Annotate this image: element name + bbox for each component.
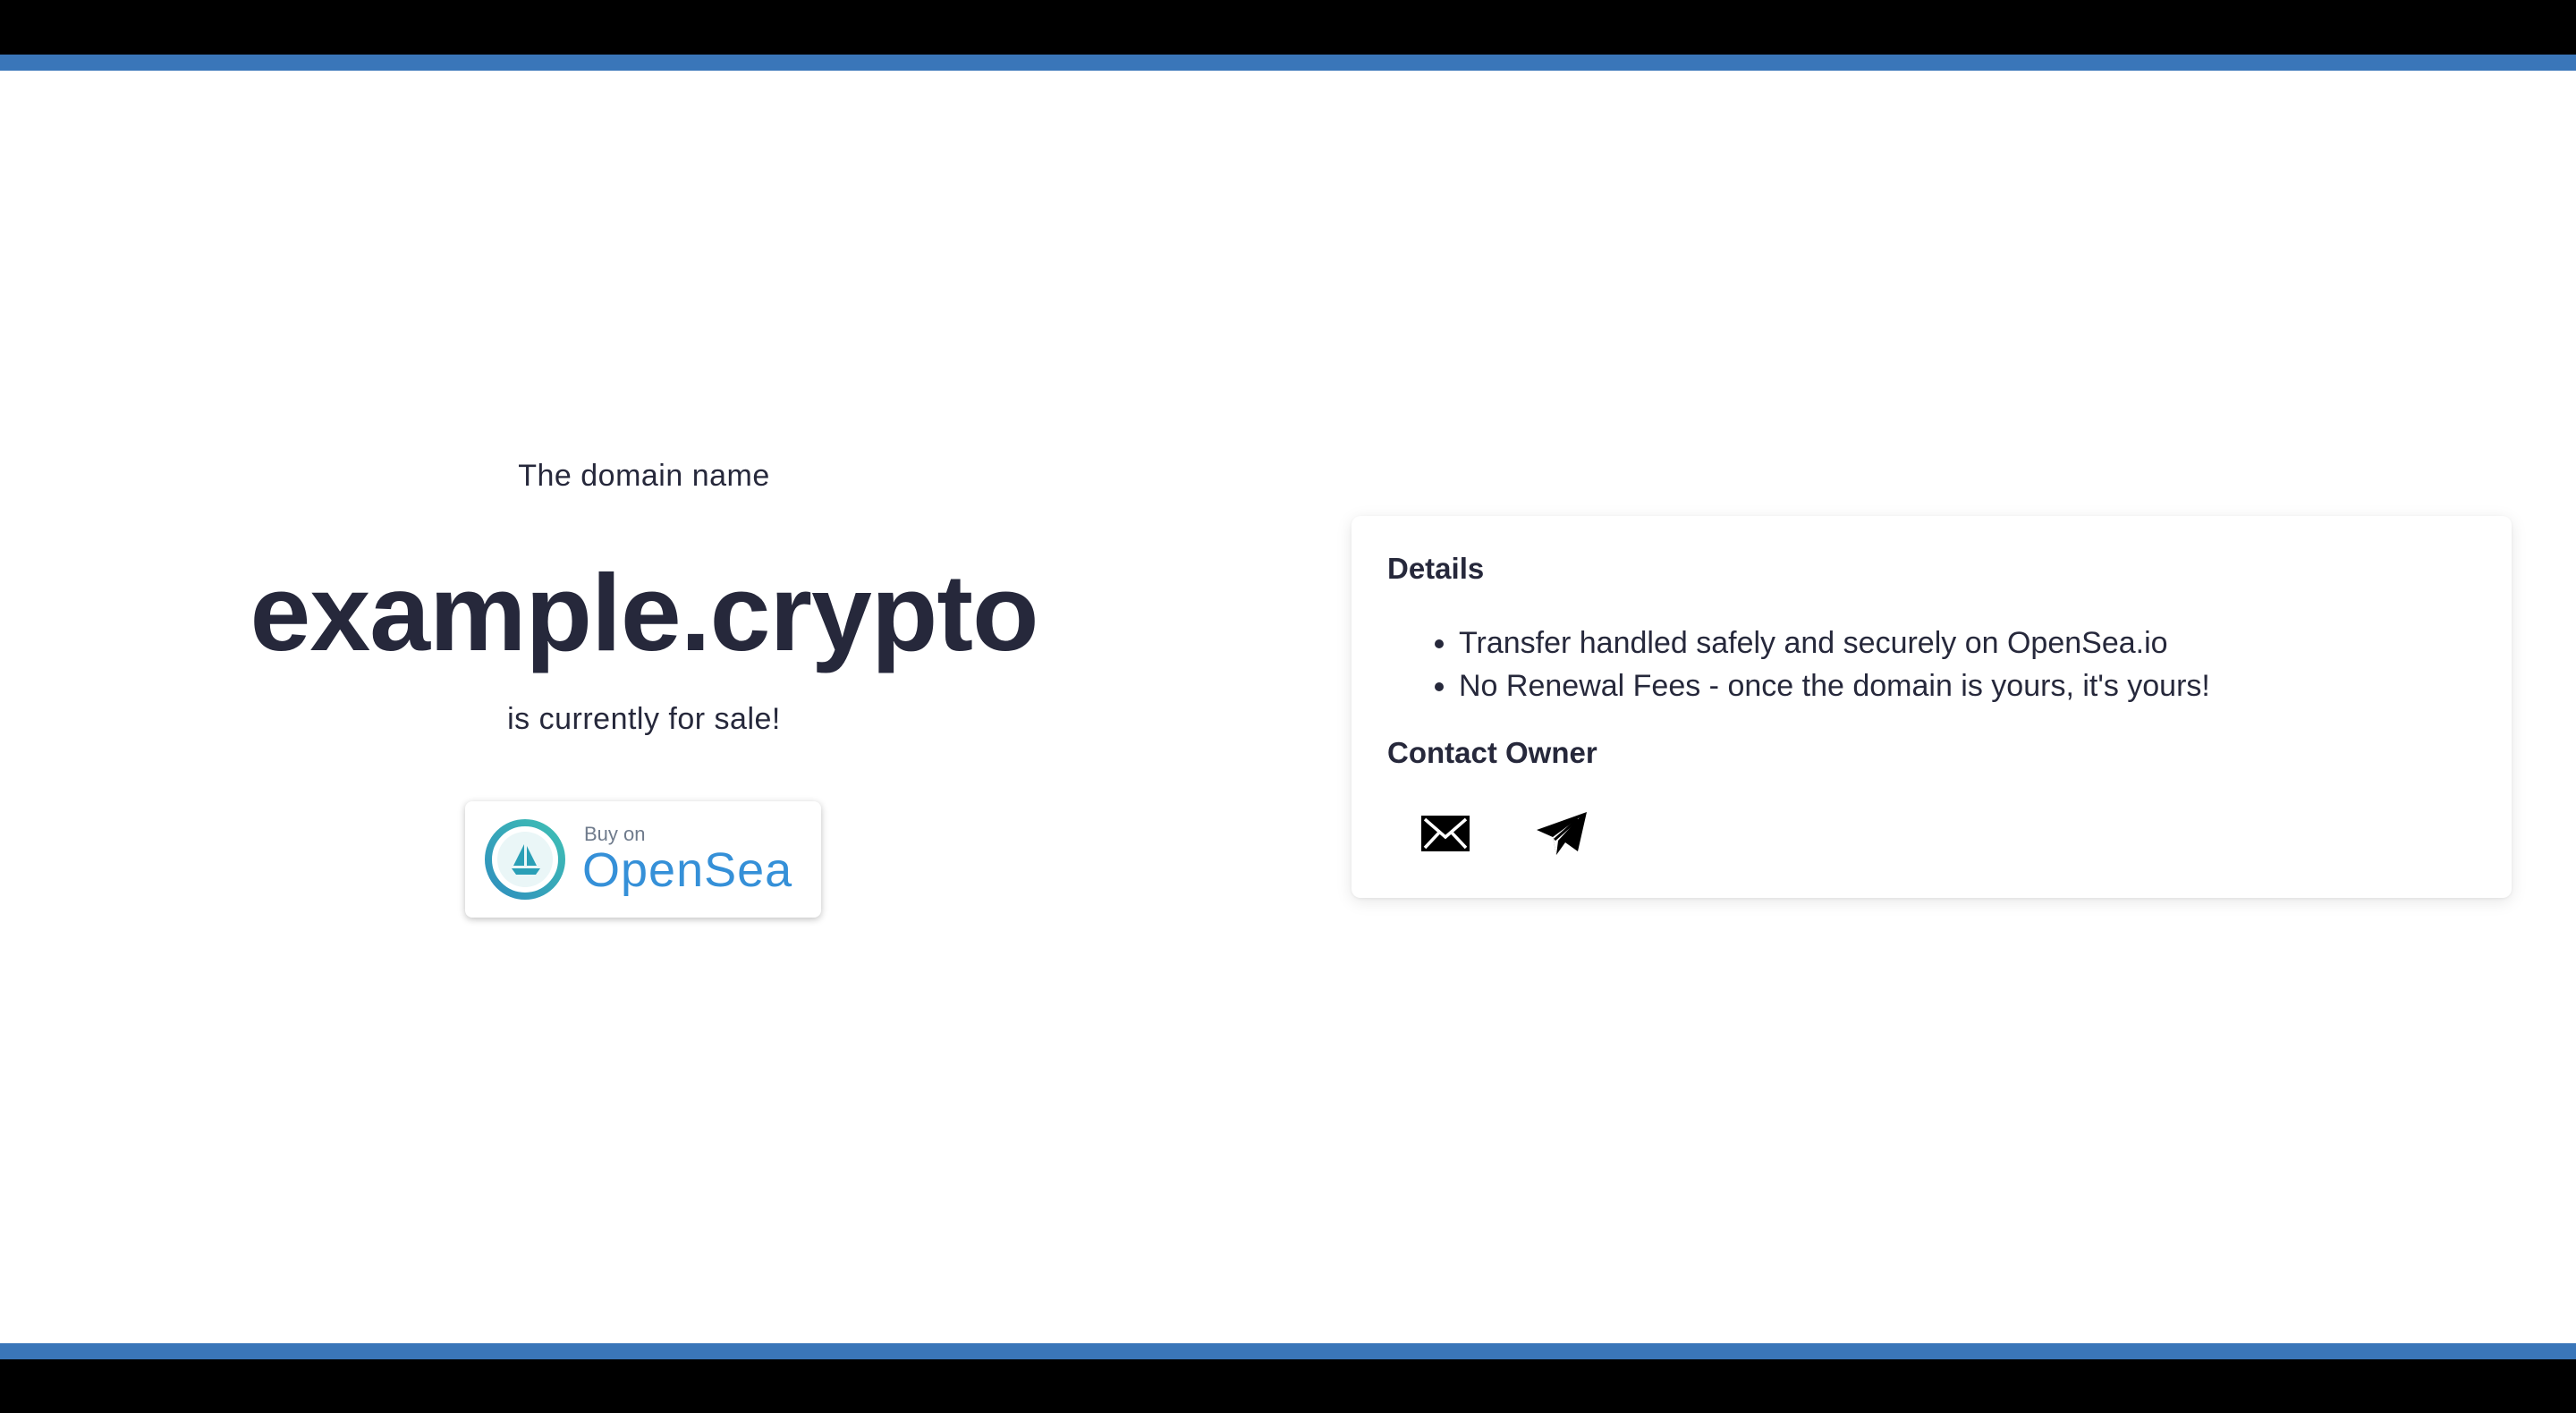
top-accent-stripe	[0, 55, 2576, 71]
top-black-bar	[0, 0, 2576, 55]
details-card: Details Transfer handled safely and secu…	[1352, 516, 2512, 898]
telegram-owner-button[interactable]	[1530, 802, 1593, 865]
opensea-brand-label: OpenSea	[582, 843, 793, 897]
telegram-icon	[1537, 812, 1587, 855]
details-item-renewal: No Renewal Fees - once the domain is you…	[1459, 664, 2210, 707]
email-owner-button[interactable]	[1414, 802, 1477, 865]
contact-owner-heading: Contact Owner	[1387, 736, 1597, 769]
details-list: Transfer handled safely and securely on …	[1387, 622, 2210, 707]
details-item-transfer: Transfer handled safely and securely on …	[1459, 622, 2210, 664]
domain-name-heading: example.crypto	[250, 552, 1038, 673]
page-content: The domain name example.crypto is curren…	[0, 71, 2576, 1343]
hero-intro-text: The domain name	[518, 459, 770, 493]
hero-section: The domain name example.crypto is curren…	[0, 71, 1288, 1343]
details-heading: Details	[1387, 552, 1485, 585]
mail-icon	[1421, 816, 1470, 851]
buy-on-opensea-button[interactable]: Buy on OpenSea	[465, 801, 821, 918]
bottom-accent-stripe	[0, 1343, 2576, 1359]
for-sale-text: is currently for sale!	[507, 702, 781, 736]
bottom-black-bar	[0, 1359, 2576, 1413]
opensea-ship-icon	[485, 819, 565, 900]
